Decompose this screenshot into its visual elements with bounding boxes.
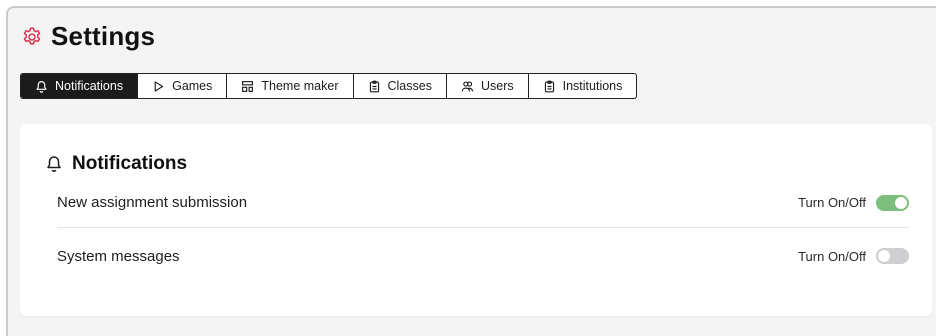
bell-icon (46, 155, 62, 173)
bell-icon (35, 80, 48, 93)
setting-row-new-assignment: New assignment submission Turn On/Off (57, 178, 909, 228)
toggle-group: Turn On/Off (798, 194, 909, 211)
toggle-label: Turn On/Off (798, 195, 866, 210)
clipboard-icon (543, 80, 556, 93)
tab-label: Games (172, 79, 213, 93)
tab-label: Theme maker (261, 79, 339, 93)
layout-icon (241, 80, 254, 93)
settings-tabs: Notifications Games Theme maker Classes (20, 73, 638, 99)
system-messages-toggle[interactable] (876, 248, 909, 264)
tab-classes[interactable]: Classes (354, 74, 447, 98)
tab-label: Users (480, 79, 514, 93)
tab-notifications[interactable]: Notifications (21, 74, 139, 98)
tab-users[interactable]: Users (447, 74, 529, 98)
notifications-card: Notifications New assignment submission … (20, 124, 932, 316)
tab-theme-maker[interactable]: Theme maker (227, 74, 354, 98)
gear-icon (21, 26, 43, 48)
clipboard-icon (368, 80, 381, 93)
play-icon (152, 80, 165, 93)
tab-label: Notifications (55, 79, 124, 93)
setting-row-system-messages: System messages Turn On/Off (57, 231, 909, 281)
toggle-label: Turn On/Off (798, 248, 866, 264)
page-header: Settings (21, 21, 155, 52)
setting-label: System messages (57, 247, 180, 265)
tab-institutions[interactable]: Institutions (529, 74, 637, 98)
tab-games[interactable]: Games (138, 74, 228, 98)
toggle-knob (895, 196, 907, 209)
toggle-knob (878, 250, 890, 262)
tab-label: Classes (387, 79, 432, 93)
new-assignment-toggle[interactable] (876, 194, 909, 211)
users-icon (461, 80, 474, 93)
toggle-group: Turn On/Off (798, 248, 909, 264)
page-title: Settings (51, 21, 156, 51)
section-header: Notifications (46, 153, 187, 175)
setting-label: New assignment submission (57, 194, 248, 211)
tab-label: Institutions (562, 79, 623, 93)
section-title: Notifications (72, 153, 188, 174)
